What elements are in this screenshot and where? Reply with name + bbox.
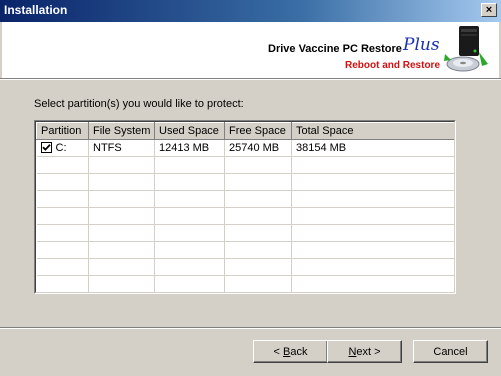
- partition-table: Partition File System Used Space Free Sp…: [36, 122, 454, 292]
- product-name: Drive Vaccine PC Restore: [268, 43, 402, 55]
- empty-row: [36, 207, 454, 225]
- column-header-partition[interactable]: Partition: [36, 122, 89, 140]
- installation-window: Installation × Drive Vaccine PC Restore …: [0, 0, 501, 376]
- empty-row: [36, 156, 454, 174]
- back-mnemonic: B: [283, 345, 291, 358]
- next-button[interactable]: Next >: [327, 340, 402, 363]
- footer-divider-highlight: [0, 328, 501, 329]
- back-button[interactable]: < Back: [253, 340, 328, 363]
- header-divider-highlight: [0, 79, 501, 80]
- free-space-cell: 25740 MB: [224, 139, 292, 157]
- column-header-file-system[interactable]: File System: [88, 122, 155, 140]
- instruction-label: Select partition(s) you would like to pr…: [34, 98, 244, 110]
- used-space-cell: 12413 MB: [154, 139, 225, 157]
- back-prefix: <: [273, 345, 283, 358]
- empty-row: [36, 275, 454, 292]
- empty-row: [36, 258, 454, 276]
- window-title: Installation: [4, 3, 68, 17]
- column-header-used-space[interactable]: Used Space: [154, 122, 225, 140]
- empty-row: [36, 224, 454, 242]
- partition-checkbox[interactable]: [40, 141, 52, 153]
- file-system-cell: NTFS: [88, 139, 155, 157]
- column-header-free-space[interactable]: Free Space: [224, 122, 292, 140]
- close-icon: ×: [485, 3, 493, 16]
- title-bar[interactable]: Installation ×: [0, 0, 501, 22]
- partition-label: C:: [55, 142, 67, 154]
- total-space-cell: 38154 MB: [291, 139, 454, 157]
- empty-row: [36, 241, 454, 259]
- table-row[interactable]: C: NTFS 12413 MB 25740 MB 38154 MB: [36, 139, 454, 157]
- column-header-total-space[interactable]: Total Space: [291, 122, 454, 140]
- cancel-label: Cancel: [433, 345, 468, 358]
- partition-list[interactable]: Partition File System Used Space Free Sp…: [34, 120, 456, 294]
- next-rest: ext >: [356, 345, 381, 358]
- header-banner: Drive Vaccine PC Restore Plus Reboot and…: [2, 22, 499, 78]
- next-mnemonic: N: [348, 345, 357, 358]
- computer-disk-icon: [444, 26, 488, 72]
- cancel-button[interactable]: Cancel: [413, 340, 488, 363]
- partition-cell: C:: [36, 139, 89, 157]
- product-plus: Plus: [403, 35, 440, 55]
- checkmark-icon: [41, 143, 51, 151]
- empty-row: [36, 190, 454, 208]
- close-button[interactable]: ×: [481, 3, 497, 17]
- back-rest: ack: [290, 345, 308, 358]
- empty-row: [36, 173, 454, 191]
- product-subtitle: Reboot and Restore: [345, 60, 441, 71]
